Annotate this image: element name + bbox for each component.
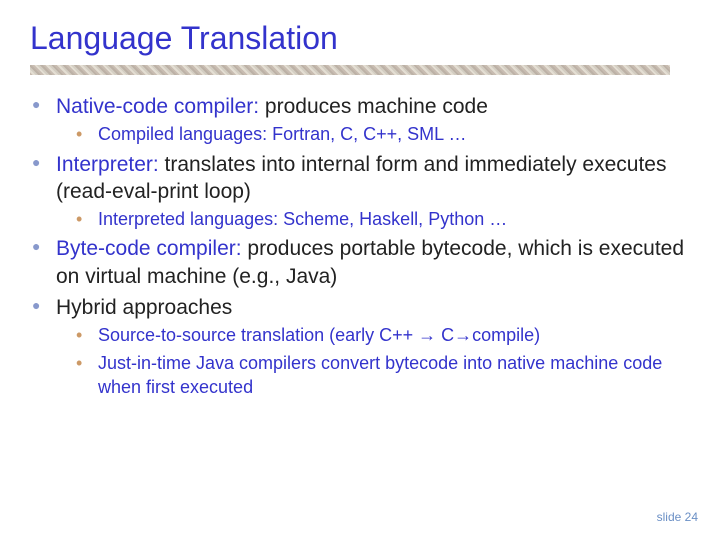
bullet-term: Interpreter: bbox=[56, 153, 159, 176]
bullet-item: Hybrid approaches Source-to-source transl… bbox=[30, 294, 690, 399]
bullet-text: produces machine code bbox=[259, 95, 488, 118]
sub-bullet-list: Source-to-source translation (early C++ … bbox=[56, 323, 690, 399]
slide-title: Language Translation bbox=[30, 20, 690, 57]
sub-bullet-item: Interpreted languages: Scheme, Haskell, … bbox=[72, 207, 690, 231]
sub-bullet-item: Source-to-source translation (early C++ … bbox=[72, 323, 690, 347]
bullet-term: Native-code compiler: bbox=[56, 95, 259, 118]
sub-bullet-list: Interpreted languages: Scheme, Haskell, … bbox=[56, 207, 690, 231]
bullet-term: Byte-code compiler: bbox=[56, 237, 242, 260]
slide-content: Language Translation Native-code compile… bbox=[0, 0, 720, 423]
bullet-text: Hybrid approaches bbox=[56, 296, 232, 319]
bullet-item: Byte-code compiler: produces portable by… bbox=[30, 235, 690, 290]
title-divider bbox=[30, 65, 670, 75]
sub-bullet-list: Compiled languages: Fortran, C, C++, SML… bbox=[56, 122, 690, 146]
slide-number: slide 24 bbox=[657, 510, 698, 524]
sub-bullet-item: Compiled languages: Fortran, C, C++, SML… bbox=[72, 122, 690, 146]
bullet-item: Native-code compiler: produces machine c… bbox=[30, 93, 690, 147]
bullet-list: Native-code compiler: produces machine c… bbox=[30, 93, 690, 399]
sub-bullet-item: Just-in-time Java compilers convert byte… bbox=[72, 351, 690, 400]
bullet-item: Interpreter: translates into internal fo… bbox=[30, 151, 690, 232]
